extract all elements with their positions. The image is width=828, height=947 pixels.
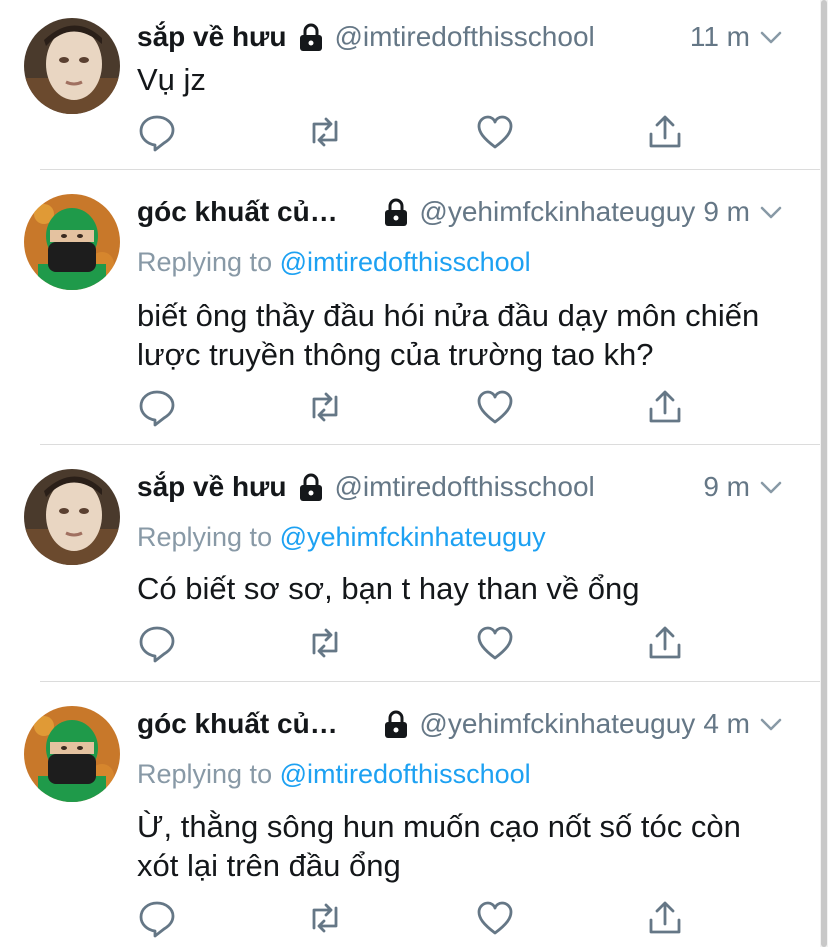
action-bar [137, 387, 697, 427]
scrollbar-thumb[interactable] [821, 0, 827, 947]
replying-label: Replying to [137, 759, 273, 789]
tweet-text: Có biết sơ sơ, bạn t hay than về ổng [137, 571, 640, 606]
tweet-1[interactable]: sắp về hưu @imtiredofthisschool 11 m Vụ … [0, 0, 820, 170]
mention-link[interactable]: @yehimfckinhateuguy [280, 522, 546, 552]
tweet-2[interactable]: góc khuất của... @yehimfckinhateuguy 9 m… [0, 170, 820, 445]
lock-icon [381, 197, 411, 227]
chevron-down-icon[interactable] [758, 475, 784, 501]
heart-icon[interactable] [475, 898, 515, 938]
heart-icon[interactable] [475, 112, 515, 152]
tweet-text: Ừ, thằng sông hun muốn cạo nốt số tóc cò… [137, 807, 784, 885]
retweet-icon[interactable] [305, 898, 345, 938]
action-bar [137, 898, 697, 938]
display-name[interactable]: góc khuất của... [137, 196, 348, 228]
chevron-down-icon[interactable] [758, 200, 784, 226]
replying-label: Replying to [137, 522, 273, 552]
handle[interactable]: @yehimfckinhateuguy [419, 196, 695, 228]
lock-icon [296, 472, 326, 502]
avatar-yehimfckinhateuguy[interactable] [24, 706, 120, 802]
mention-link[interactable]: @imtiredofthisschool [280, 759, 531, 789]
chevron-down-icon[interactable] [758, 25, 784, 51]
reply-icon[interactable] [137, 898, 177, 938]
tweet-text-line: Ừ, thằng sông hun muốn cạo nốt số tóc cò… [137, 809, 741, 844]
chevron-down-icon[interactable] [758, 712, 784, 738]
replying-label: Replying to [137, 247, 273, 277]
timestamp: 9 m [703, 196, 750, 227]
tweet-text-line: xót lại trên đầu ổng [137, 848, 401, 883]
reply-icon[interactable] [137, 112, 177, 152]
action-bar [137, 623, 697, 663]
share-icon[interactable] [645, 387, 685, 427]
mention-link[interactable]: @imtiredofthisschool [280, 247, 531, 277]
tweet-4[interactable]: góc khuất của... @yehimfckinhateuguy 4 m… [0, 682, 820, 947]
handle[interactable]: @yehimfckinhateuguy [419, 708, 695, 740]
scrollbar-track[interactable] [820, 0, 828, 947]
share-icon[interactable] [645, 898, 685, 938]
action-bar [137, 112, 697, 152]
display-name[interactable]: sắp về hưu [137, 21, 286, 53]
lock-icon [296, 22, 326, 52]
replying-to: Replying to @yehimfckinhateuguy [137, 522, 546, 553]
timestamp: 9 m [703, 471, 750, 502]
share-icon[interactable] [645, 623, 685, 663]
tweet-text-line: biết ông thầy đầu hói nửa đầu dạy môn ch… [137, 298, 760, 333]
reply-icon[interactable] [137, 387, 177, 427]
tweet-text-line: lược truyền thông của trường tao kh? [137, 337, 654, 372]
share-icon[interactable] [645, 112, 685, 152]
replying-to: Replying to @imtiredofthisschool [137, 759, 531, 790]
handle[interactable]: @imtiredofthisschool [334, 21, 594, 53]
display-name[interactable]: sắp về hưu [137, 471, 286, 503]
avatar-imtiredofthisschool[interactable] [24, 18, 120, 114]
avatar-imtiredofthisschool[interactable] [24, 469, 120, 565]
lock-icon [381, 709, 411, 739]
display-name[interactable]: góc khuất của... [137, 708, 348, 740]
tweet-text: Vụ jz [137, 62, 206, 97]
tweet-3[interactable]: sắp về hưu @imtiredofthisschool 9 m Repl… [0, 445, 820, 682]
timestamp: 4 m [703, 708, 750, 739]
heart-icon[interactable] [475, 387, 515, 427]
retweet-icon[interactable] [305, 623, 345, 663]
heart-icon[interactable] [475, 623, 515, 663]
replying-to: Replying to @imtiredofthisschool [137, 247, 531, 278]
retweet-icon[interactable] [305, 112, 345, 152]
avatar-yehimfckinhateuguy[interactable] [24, 194, 120, 290]
timestamp: 11 m [689, 21, 750, 52]
tweet-text: biết ông thầy đầu hói nửa đầu dạy môn ch… [137, 296, 784, 374]
reply-icon[interactable] [137, 623, 177, 663]
retweet-icon[interactable] [305, 387, 345, 427]
handle[interactable]: @imtiredofthisschool [334, 471, 594, 503]
